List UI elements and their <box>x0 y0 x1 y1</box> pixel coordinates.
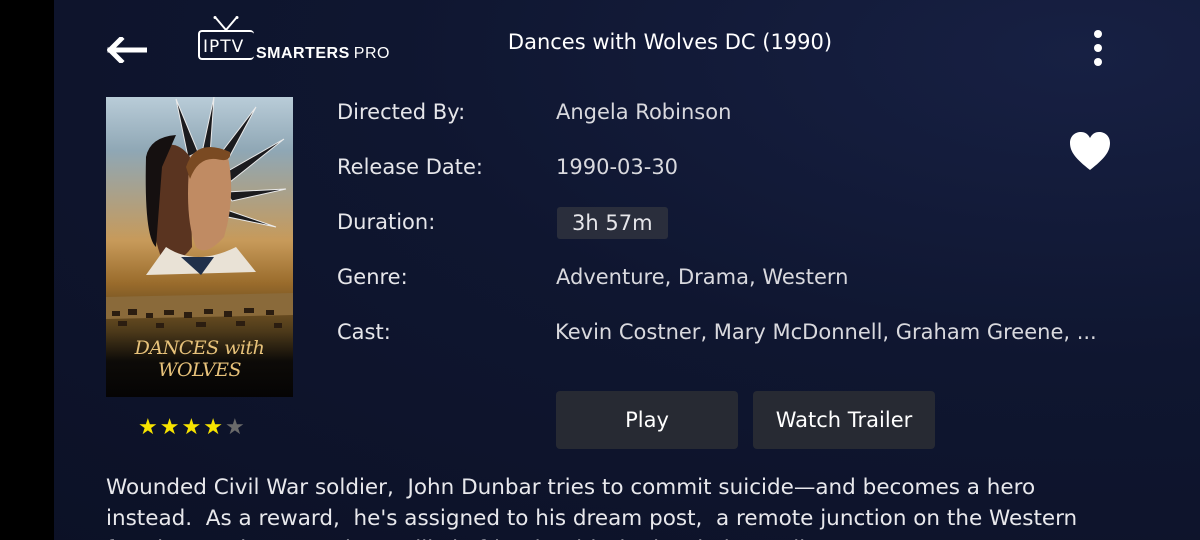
kebab-menu-icon[interactable] <box>1084 28 1112 68</box>
release-date-label: Release Date: <box>337 155 483 179</box>
star-empty-icon: ★ <box>224 415 245 440</box>
page-title: Dances with Wolves DC (1990) <box>507 30 833 54</box>
left-bezel <box>0 0 54 540</box>
movie-description: Wounded Civil War soldier, John Dunbar t… <box>106 475 1078 540</box>
star-filled-icon: ★ <box>203 415 223 440</box>
logo-iptv-text: IPTV <box>203 37 245 57</box>
favorite-button[interactable] <box>1068 130 1112 174</box>
duration-label: Duration: <box>337 210 436 234</box>
movie-detail-screen: IPTV SMARTERS PRO Dances with Wolves DC (… <box>0 0 1200 540</box>
star-filled-icon: ★ <box>138 415 158 440</box>
back-button[interactable] <box>104 30 150 70</box>
genre-label: Genre: <box>337 265 408 289</box>
logo-smarters-text: SMARTERS PRO <box>256 45 390 62</box>
arrow-left-icon <box>107 37 147 63</box>
directed-by-value: Angela Robinson <box>556 100 732 124</box>
star-rating: ★ ★ ★ ★ ★ <box>138 414 245 442</box>
watch-trailer-button[interactable]: Watch Trailer <box>753 391 935 449</box>
genre-value: Adventure, Drama, Western <box>556 265 849 289</box>
play-button[interactable]: Play <box>556 391 738 449</box>
poster-title-art: DANCES with WOLVES <box>134 337 265 381</box>
star-filled-icon: ★ <box>181 415 202 440</box>
cast-value: Kevin Costner, Mary McDonnell, Graham Gr… <box>555 320 1097 344</box>
heart-icon <box>1070 132 1110 170</box>
duration-badge: 3h 57m <box>557 207 668 239</box>
movie-poster: DANCES with WOLVES <box>106 97 293 397</box>
release-date-value: 1990-03-30 <box>556 155 679 179</box>
star-filled-icon: ★ <box>159 415 180 440</box>
app-logo: IPTV SMARTERS PRO <box>198 16 408 76</box>
cast-label: Cast: <box>337 320 391 344</box>
directed-by-label: Directed By: <box>337 100 466 124</box>
